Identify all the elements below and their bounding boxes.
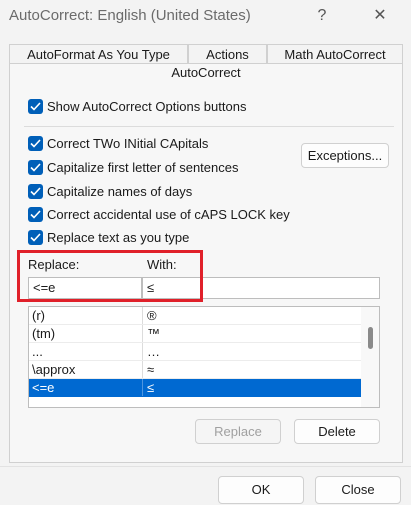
window-title: AutoCorrect: English (United States) (9, 7, 251, 24)
caps-lock-label: Correct accidental use of cAPS LOCK key (47, 207, 290, 222)
show-options-label: Show AutoCorrect Options buttons (47, 99, 247, 114)
entry-replace: \approx (32, 362, 76, 377)
capitalize-days-label: Capitalize names of days (47, 184, 193, 199)
tab-math-autocorrect[interactable]: Math AutoCorrect (267, 44, 403, 64)
replace-button[interactable]: Replace (195, 419, 281, 444)
help-button[interactable]: ? (310, 4, 334, 28)
list-item[interactable]: (r) ® (29, 307, 361, 325)
tab-actions[interactable]: Actions (188, 44, 267, 64)
entry-replace: ... (32, 344, 43, 359)
tab-row: AutoFormat As You Type Actions Math Auto… (9, 44, 403, 64)
list-item[interactable]: \approx ≈ (29, 361, 361, 379)
close-button[interactable]: Close (315, 476, 401, 504)
tab-label: Math AutoCorrect (284, 47, 386, 62)
entry-with: … (147, 344, 160, 359)
check-icon (30, 139, 41, 148)
list-scrollbar[interactable] (361, 307, 379, 407)
scrollbar-thumb[interactable] (368, 327, 373, 349)
check-icon (30, 163, 41, 172)
check-icon (30, 187, 41, 196)
tab-autocorrect[interactable]: AutoCorrect (9, 64, 403, 82)
capitalize-days-checkbox[interactable] (28, 184, 43, 199)
capitalize-first-label: Capitalize first letter of sentences (47, 160, 239, 175)
entry-replace: (tm) (32, 326, 56, 341)
entry-with: ≤ (147, 380, 155, 395)
entry-with: ® (147, 308, 157, 323)
capitalize-first-checkbox[interactable] (28, 160, 43, 175)
entry-replace: (r) (32, 308, 45, 323)
check-icon (30, 233, 41, 242)
show-options-checkbox[interactable] (28, 99, 43, 114)
list-item[interactable]: (tm) ™ (29, 325, 361, 343)
divider (24, 126, 394, 127)
close-icon: ✕ (373, 7, 387, 24)
delete-button[interactable]: Delete (294, 419, 380, 444)
entry-with: ™ (147, 326, 160, 341)
exceptions-button[interactable]: Exceptions... (301, 143, 389, 168)
entry-with: ≈ (147, 362, 155, 377)
highlight-box (17, 250, 203, 302)
tab-label: AutoFormat As You Type (27, 47, 170, 62)
list-item-selected[interactable]: <=e ≤ (29, 379, 361, 397)
check-icon (30, 210, 41, 219)
list-item[interactable]: ... … (29, 343, 361, 361)
replace-text-label: Replace text as you type (47, 230, 190, 245)
tab-label: Actions (206, 47, 249, 62)
correct-two-initials-label: Correct TWo INitial CApitals (47, 136, 209, 151)
divider (0, 466, 411, 467)
entry-replace: <=e (32, 380, 55, 395)
check-icon (30, 102, 41, 111)
ok-button[interactable]: OK (218, 476, 304, 504)
replace-text-checkbox[interactable] (28, 230, 43, 245)
caps-lock-checkbox[interactable] (28, 207, 43, 222)
tab-autoformat-as-you-type[interactable]: AutoFormat As You Type (9, 44, 188, 64)
correct-two-initials-checkbox[interactable] (28, 136, 43, 151)
autocorrect-entries-list[interactable]: (r) ® (tm) ™ ... … \approx ≈ <=e ≤ (28, 306, 380, 408)
close-window-button[interactable]: ✕ (368, 4, 392, 28)
